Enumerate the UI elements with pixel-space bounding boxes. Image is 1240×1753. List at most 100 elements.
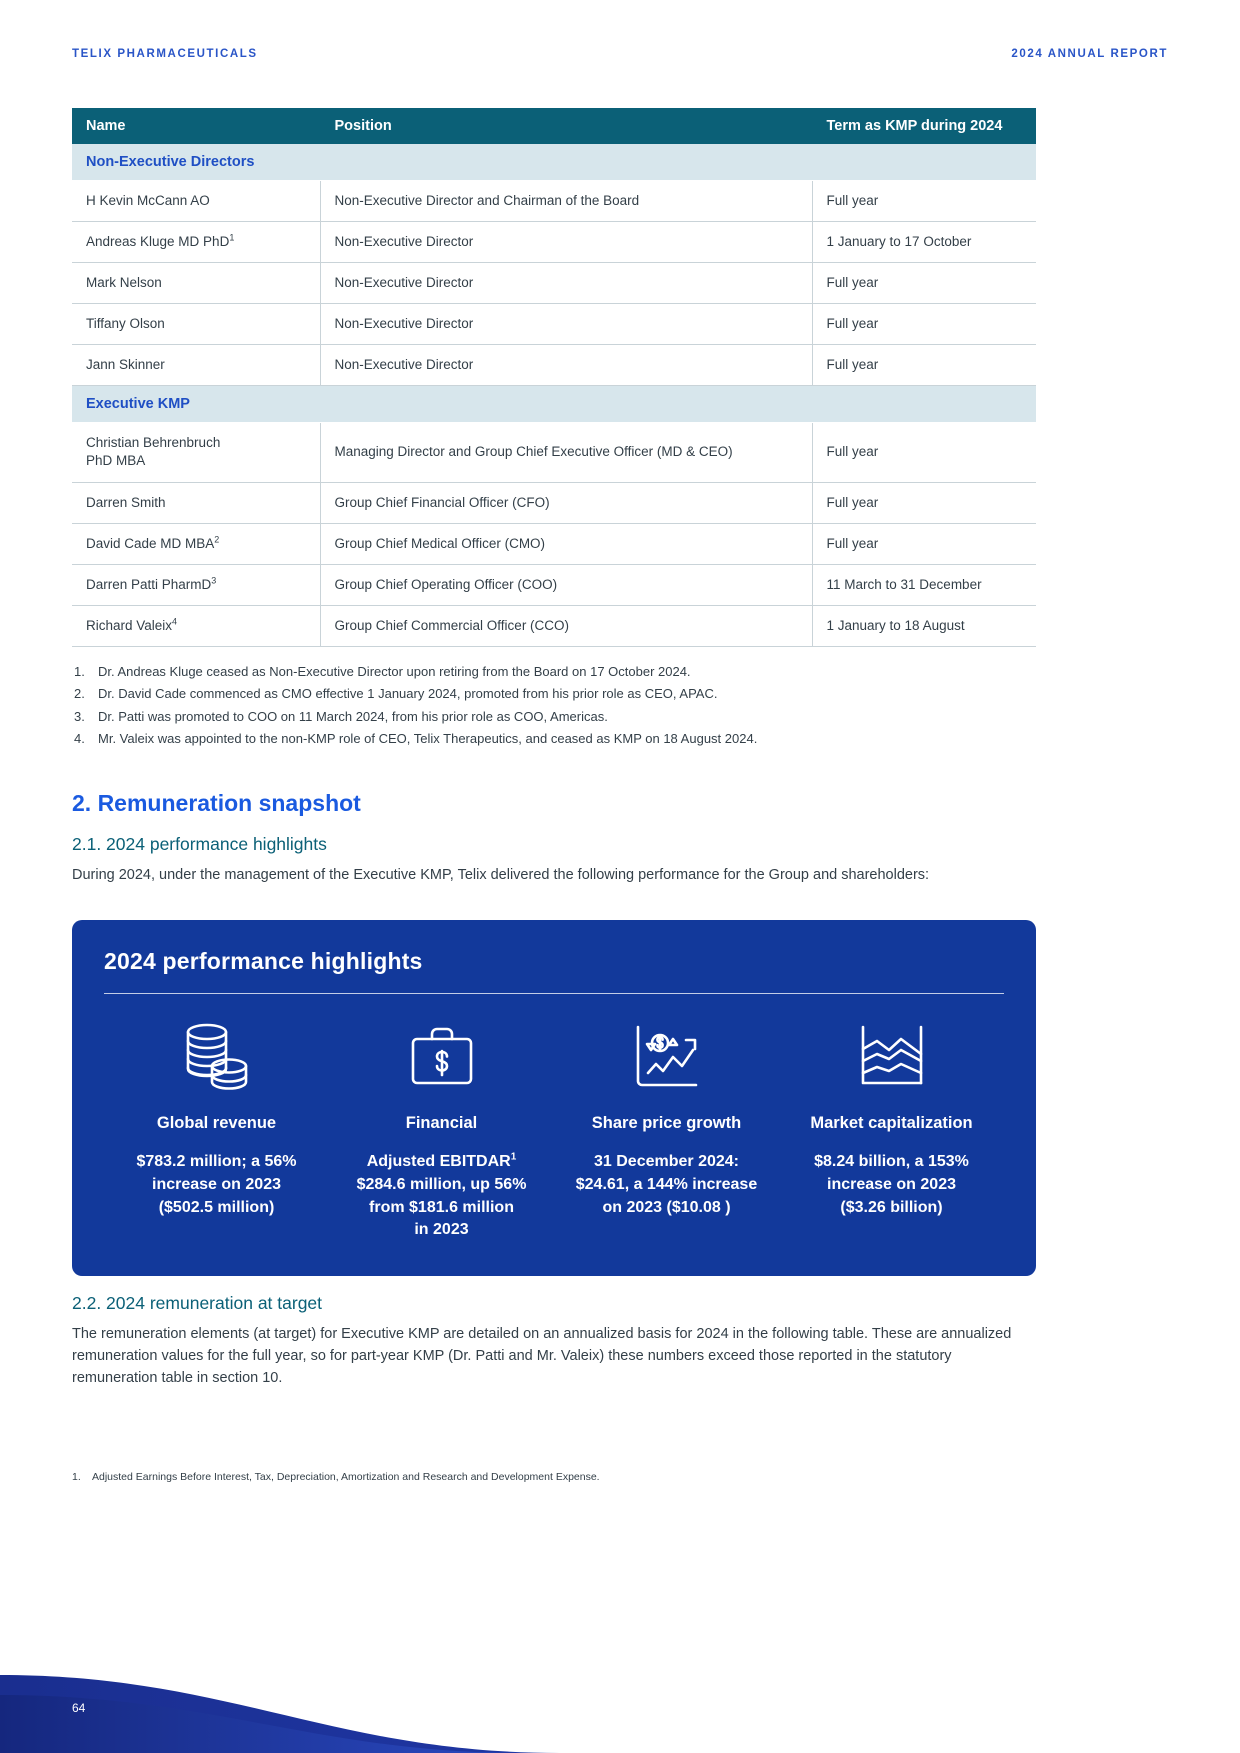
cell-term: 11 March to 31 December bbox=[812, 564, 1036, 606]
footnote-number: 2. bbox=[74, 686, 85, 702]
column-header-position: Position bbox=[319, 108, 812, 144]
bottom-footnote: 1. Adjusted Earnings Before Interest, Tax… bbox=[72, 1470, 972, 1486]
highlight-card-value-superscript: 1 bbox=[510, 1152, 517, 1163]
cell-name: Tiffany Olson bbox=[72, 303, 321, 346]
table-header-row: Name Position Term as KMP during 2024 bbox=[72, 108, 1036, 144]
highlight-card-value: 31 December 2024: $24.61, a 144% increas… bbox=[575, 1153, 758, 1216]
cell-position: Non-Executive Director bbox=[320, 303, 813, 346]
cell-position: Non-Executive Director and Chairman of t… bbox=[320, 180, 813, 223]
column-header-term: Term as KMP during 2024 bbox=[811, 108, 1036, 144]
highlight-card-title: Financial bbox=[405, 1114, 478, 1133]
cell-term: Full year bbox=[812, 482, 1036, 524]
panel-divider bbox=[104, 993, 1004, 995]
table-group-label: Non-Executive Directors bbox=[72, 144, 1036, 181]
cell-term: Full year bbox=[812, 523, 1036, 565]
cell-position: Group Chief Financial Officer (CFO) bbox=[320, 482, 813, 524]
footnote-item: 4. Mr. Valeix was appointed to the non-KM… bbox=[72, 728, 1036, 750]
table-row: Tiffany Olson Non-Executive Director Full … bbox=[72, 303, 1036, 346]
coin-stack-icon bbox=[110, 1014, 323, 1100]
footnote-text: Mr. Valeix was appointed to the non-KMP … bbox=[98, 730, 758, 746]
highlight-card: Financial Adjusted EBITDAR1 $284.6 milli… bbox=[329, 1014, 554, 1242]
table-row: David Cade MD MBA2 Group Chief Medical Of… bbox=[72, 523, 1036, 565]
highlight-card-value: $783.2 million; a 56% increase on 2023 (… bbox=[136, 1153, 297, 1216]
table-row: Andreas Kluge MD PhD1 Non-Executive Direc… bbox=[72, 221, 1036, 264]
footer-wave-graphic bbox=[0, 1675, 1240, 1753]
cell-term: Full year bbox=[812, 303, 1036, 346]
briefcase-dollar-icon bbox=[335, 1014, 548, 1100]
cell-term: 1 January to 18 August bbox=[812, 605, 1036, 647]
table-row: Darren Patti PharmD3 Group Chief Operatin… bbox=[72, 564, 1036, 606]
cell-name: Darren Patti PharmD3 bbox=[72, 564, 321, 606]
highlight-card-title: Global revenue bbox=[156, 1114, 277, 1133]
bottom-footnote-text: Adjusted Earnings Before Interest, Tax, … bbox=[92, 1471, 600, 1483]
cell-position: Group Chief Operating Officer (COO) bbox=[320, 564, 813, 606]
paragraph-2-1: During 2024, under the management of the… bbox=[72, 867, 930, 884]
footnote-number: 3. bbox=[74, 708, 85, 724]
footnote-text: Dr. Andreas Kluge ceased as Non-Executiv… bbox=[98, 663, 691, 679]
cell-term: Full year bbox=[812, 422, 1036, 483]
highlight-card-value: $8.24 billion, a 153% increase on 2023 (… bbox=[814, 1153, 969, 1216]
area-chart-icon bbox=[785, 1014, 998, 1100]
panel-title: 2024 performance highlights bbox=[104, 948, 423, 975]
table-group-label: Executive KMP bbox=[72, 385, 1036, 424]
footnote-item: 3. Dr. Patti was promoted to COO on 11 Ma… bbox=[72, 706, 1036, 728]
kmp-table: Name Position Term as KMP during 2024 No… bbox=[72, 108, 1036, 647]
table-row: Christian Behrenbruch PhD MBA Managing Dir… bbox=[72, 422, 1036, 483]
subsection-heading-2-1: 2.1. 2024 performance highlights bbox=[72, 834, 327, 855]
kmp-table-body: Non-Executive Directors H Kevin McCann AO… bbox=[72, 144, 1036, 647]
page-number: 64 bbox=[72, 1701, 86, 1715]
cell-name: Jann Skinner bbox=[72, 344, 321, 387]
footnote-text: Dr. Patti was promoted to COO on 11 Marc… bbox=[98, 708, 608, 724]
footnote-item: 2. Dr. David Cade commenced as CMO effect… bbox=[72, 683, 1036, 705]
kmp-table-head: Name Position Term as KMP during 2024 bbox=[72, 108, 1036, 144]
cell-name: Darren Smith bbox=[72, 482, 321, 524]
table-row: Richard Valeix4 Group Chief Commercial Of… bbox=[72, 605, 1036, 647]
highlight-card-value-rest: $284.6 million, up 56% from $181.6 milli… bbox=[356, 1176, 527, 1239]
highlight-card-title: Share price growth bbox=[591, 1114, 742, 1133]
cell-term: 1 January to 17 October bbox=[812, 221, 1036, 264]
footnote-item: 1. Dr. Andreas Kluge ceased as Non-Execut… bbox=[72, 661, 1036, 683]
table-footnote-list: 1. Dr. Andreas Kluge ceased as Non-Execut… bbox=[72, 661, 1036, 750]
table-row: Mark Nelson Non-Executive Director Full ye… bbox=[72, 262, 1036, 305]
table-row: H Kevin McCann AO Non-Executive Director … bbox=[72, 180, 1036, 223]
page-content: Name Position Term as KMP during 2024 No… bbox=[72, 108, 1036, 1389]
chart-dollar-arrow-icon bbox=[560, 1014, 773, 1100]
cell-name: Christian Behrenbruch PhD MBA bbox=[72, 422, 321, 483]
cell-position: Non-Executive Director bbox=[320, 221, 813, 264]
footnote-marker: 2 bbox=[214, 534, 220, 545]
running-header-left: TELIX PHARMACEUTICALS bbox=[72, 48, 258, 60]
running-header-right: 2024 ANNUAL REPORT bbox=[1011, 48, 1168, 60]
footnote-marker: 4 bbox=[172, 616, 178, 627]
highlight-card-value: Adjusted EBITDAR1 $284.6 million, up 56%… bbox=[335, 1151, 548, 1242]
performance-highlights-panel: 2024 performance highlights Global reven… bbox=[72, 920, 1036, 1277]
running-header: TELIX PHARMACEUTICALS 2024 ANNUAL REPORT bbox=[72, 48, 1168, 60]
highlight-card: Share price growth 31 December 2024: $24… bbox=[554, 1014, 779, 1242]
table-group-row: Non-Executive Directors bbox=[72, 144, 1036, 181]
cell-name: Andreas Kluge MD PhD1 bbox=[72, 221, 321, 264]
table-group-row: Executive KMP bbox=[72, 385, 1036, 424]
bottom-footnote-number: 1. bbox=[72, 1471, 81, 1483]
cell-name: H Kevin McCann AO bbox=[72, 180, 321, 223]
cell-position: Managing Director and Group Chief Execut… bbox=[320, 422, 813, 483]
subsection-heading-2-2: 2.2. 2024 remuneration at target bbox=[72, 1293, 323, 1314]
footnote-number: 4. bbox=[74, 730, 85, 746]
document-page: TELIX PHARMACEUTICALS 2024 ANNUAL REPORT… bbox=[0, 0, 1240, 1753]
cell-name: Richard Valeix4 bbox=[72, 605, 321, 647]
cell-name: Mark Nelson bbox=[72, 262, 321, 305]
paragraph-2-2: The remuneration elements (at target) fo… bbox=[72, 1326, 1012, 1387]
highlight-card-title: Market capitalization bbox=[810, 1114, 973, 1133]
table-row: Jann Skinner Non-Executive Director Full y… bbox=[72, 344, 1036, 387]
highlight-card: Market capitalization $8.24 billion, a 1… bbox=[779, 1014, 1004, 1242]
cell-position: Group Chief Commercial Officer (CCO) bbox=[320, 605, 813, 647]
cell-term: Full year bbox=[812, 262, 1036, 305]
footnote-marker: 3 bbox=[211, 575, 217, 586]
page-footer: 64 bbox=[0, 1633, 1240, 1753]
cell-position: Non-Executive Director bbox=[320, 344, 813, 387]
cell-term: Full year bbox=[812, 344, 1036, 387]
cell-term: Full year bbox=[812, 180, 1036, 223]
column-header-name: Name bbox=[72, 108, 320, 144]
highlight-card-list: Global revenue $783.2 million; a 56% inc… bbox=[104, 1014, 1004, 1242]
section-heading: 2. Remuneration snapshot bbox=[72, 790, 361, 817]
cell-position: Group Chief Medical Officer (CMO) bbox=[320, 523, 813, 565]
cell-position: Non-Executive Director bbox=[320, 262, 813, 305]
